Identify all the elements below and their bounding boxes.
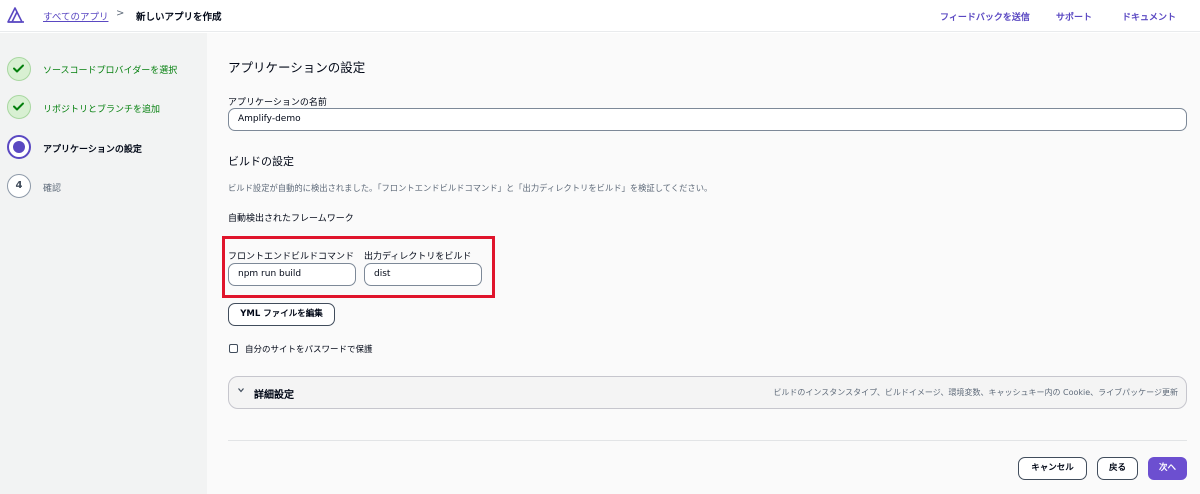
- frontend-build-command-label: フロントエンドビルドコマンド: [228, 252, 355, 262]
- top-navigation-bar: すべてのアプリ > 新しいアプリを作成 フィードバックを送信 サポート ドキュメ…: [0, 0, 1200, 32]
- checkmark-icon: [13, 64, 24, 73]
- feedback-link[interactable]: フィードバックを送信: [940, 10, 1030, 23]
- advanced-settings-title: 詳細設定: [254, 390, 294, 401]
- step-4-number: 4: [7, 174, 31, 198]
- password-protect-checkbox[interactable]: [229, 344, 238, 353]
- step-2-label[interactable]: リポジトリとブランチを追加: [43, 102, 160, 115]
- frontend-build-command-input[interactable]: npm run build: [228, 263, 356, 286]
- footer-divider: [228, 440, 1187, 441]
- wizard-steps-sidebar: ソースコードプロバイダーを選択 リポジトリとブランチを追加 アプリケーションの設…: [0, 33, 207, 494]
- step-3-label: アプリケーションの設定: [43, 145, 142, 155]
- cancel-button[interactable]: キャンセル: [1018, 457, 1087, 480]
- current-step-dot-icon: [13, 141, 25, 153]
- step-4-label: 確認: [43, 184, 62, 194]
- step-1-label[interactable]: ソースコードプロバイダーを選択: [43, 63, 177, 76]
- build-settings-heading: ビルドの設定: [228, 155, 294, 168]
- breadcrumb-all-apps-link[interactable]: すべてのアプリ: [43, 9, 108, 23]
- step-2-complete-icon: [7, 95, 31, 119]
- page-title: アプリケーションの設定: [228, 60, 366, 75]
- next-button[interactable]: 次へ: [1148, 457, 1187, 480]
- step-1-complete-icon: [7, 57, 31, 81]
- chevron-down-icon: [237, 386, 245, 396]
- checkmark-icon: [13, 102, 24, 111]
- advanced-settings-description: ビルドのインスタンスタイプ、ビルドイメージ、環境変数、キャッシュキー内の Coo…: [773, 388, 1178, 397]
- build-settings-description: ビルド設定が自動的に検出されました。「フロントエンドビルドコマンド」と「出力ディ…: [228, 183, 713, 193]
- build-output-directory-input[interactable]: dist: [364, 263, 482, 286]
- app-name-input[interactable]: Amplify-demo: [228, 108, 1187, 131]
- step-3-current-icon: [7, 135, 31, 159]
- app-name-label: アプリケーションの名前: [228, 98, 327, 108]
- advanced-settings-expander[interactable]: 詳細設定 ビルドのインスタンスタイプ、ビルドイメージ、環境変数、キャッシュキー内…: [228, 376, 1187, 409]
- main-content: アプリケーションの設定 アプリケーションの名前 Amplify-demo ビルド…: [207, 33, 1200, 494]
- breadcrumb-current: 新しいアプリを作成: [136, 12, 222, 23]
- breadcrumb-chevron-icon: >: [116, 8, 125, 19]
- build-output-directory-label: 出力ディレクトリをビルド: [364, 252, 472, 262]
- documentation-link[interactable]: ドキュメント: [1122, 10, 1176, 23]
- support-link[interactable]: サポート: [1056, 10, 1092, 23]
- password-protect-label[interactable]: 自分のサイトをパスワードで保護: [245, 343, 373, 355]
- detected-framework-label: 自動検出されたフレームワーク: [228, 214, 354, 224]
- amplify-logo-icon[interactable]: [6, 5, 26, 25]
- edit-yml-file-button[interactable]: YML ファイルを編集: [228, 303, 335, 326]
- back-button[interactable]: 戻る: [1097, 457, 1138, 480]
